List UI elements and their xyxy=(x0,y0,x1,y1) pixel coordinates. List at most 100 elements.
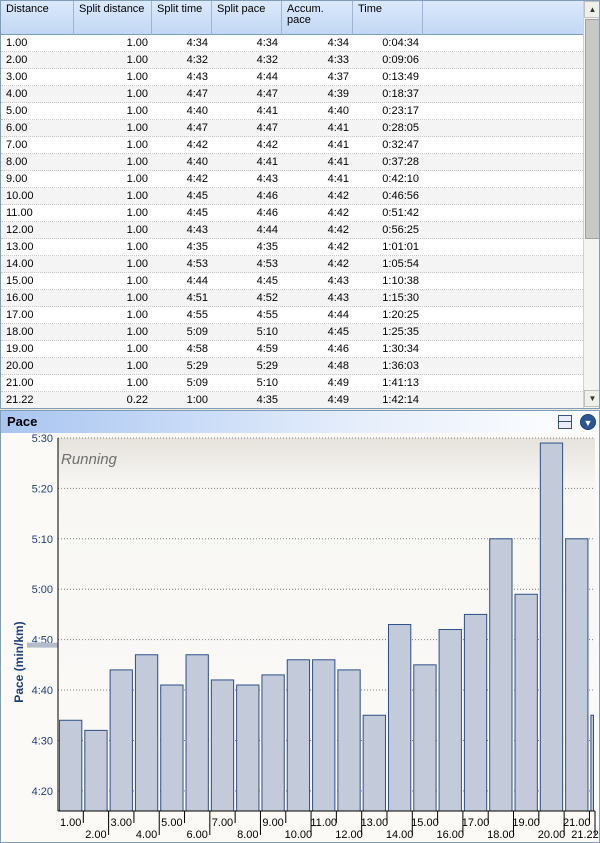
column-header-time[interactable]: Time xyxy=(353,1,423,35)
column-header-split-distance[interactable]: Split distance xyxy=(74,1,152,35)
table-header: Distance Split distance Split time Split… xyxy=(1,1,583,35)
average-pace-marker xyxy=(27,642,58,648)
scrollbar-thumb[interactable] xyxy=(585,19,599,239)
pace-bar[interactable] xyxy=(590,714,595,812)
pace-bar[interactable] xyxy=(565,538,589,812)
pace-bar[interactable] xyxy=(514,593,538,812)
table-row[interactable]: 12.00 1.00 4:43 4:44 4:42 0:56:25 xyxy=(1,222,583,239)
pace-bar[interactable] xyxy=(413,664,437,812)
pace-bar[interactable] xyxy=(337,669,361,812)
pace-bar[interactable] xyxy=(463,613,488,812)
cell-split-pace: 5:10 xyxy=(256,377,278,389)
pace-bar[interactable] xyxy=(438,629,462,812)
pace-bar[interactable] xyxy=(59,719,83,812)
pace-bar[interactable] xyxy=(312,659,336,812)
table-row[interactable]: 2.00 1.00 4:32 4:32 4:33 0:09:06 xyxy=(1,52,583,69)
pace-bar[interactable] xyxy=(286,659,311,812)
pace-bar[interactable] xyxy=(84,729,108,812)
column-header-split-time[interactable]: Split time xyxy=(152,1,212,35)
table-row[interactable]: 3.00 1.00 4:43 4:44 4:37 0:13:49 xyxy=(1,69,583,86)
scroll-down-arrow[interactable]: ▼ xyxy=(584,390,599,407)
table-row[interactable]: 19.00 1.00 4:58 4:59 4:46 1:30:34 xyxy=(1,341,583,358)
x-tick-label: 14.00 xyxy=(386,829,414,841)
cell-accum-pace: 4:41 xyxy=(327,173,349,185)
cell-accum-pace: 4:41 xyxy=(327,156,349,168)
pace-bar[interactable] xyxy=(160,684,184,812)
pace-bar[interactable] xyxy=(236,684,260,812)
chevron-down-circle-icon[interactable]: ▼ xyxy=(580,414,596,430)
cell-time: 0:13:49 xyxy=(382,71,419,83)
cell-split-pace: 4:53 xyxy=(256,258,278,270)
cell-accum-pace: 4:42 xyxy=(327,258,349,270)
table-row[interactable]: 15.00 1.00 4:44 4:45 4:43 1:10:38 xyxy=(1,273,583,290)
y-tick-label: 5:00 xyxy=(32,584,53,596)
table-row[interactable]: 7.00 1.00 4:42 4:42 4:41 0:32:47 xyxy=(1,137,583,154)
cell-distance: 2.00 xyxy=(6,54,28,66)
table-row[interactable]: 10.00 1.00 4:45 4:46 4:42 0:46:56 xyxy=(1,188,583,205)
cell-time: 0:32:47 xyxy=(382,139,419,151)
cell-split-pace: 4:47 xyxy=(256,88,278,100)
cell-split-time: 4:47 xyxy=(186,122,208,134)
cell-split-distance: 1.00 xyxy=(126,207,148,219)
x-tick-label: 5.00 xyxy=(161,817,182,829)
cell-time: 1:30:34 xyxy=(382,343,419,355)
cell-time: 0:18:37 xyxy=(382,88,419,100)
column-header-accum-pace[interactable]: Accum. pace xyxy=(282,1,353,35)
table-row[interactable]: 17.00 1.00 4:55 4:55 4:44 1:20:25 xyxy=(1,307,583,324)
pace-bar[interactable] xyxy=(362,714,386,812)
cell-split-time: 4:34 xyxy=(186,37,208,49)
cell-split-time: 4:35 xyxy=(186,241,208,253)
column-header-distance[interactable]: Distance xyxy=(1,1,74,35)
cell-accum-pace: 4:49 xyxy=(327,394,349,406)
cell-split-pace: 5:29 xyxy=(256,360,278,372)
pace-bar[interactable] xyxy=(109,669,133,812)
cell-distance: 3.00 xyxy=(6,71,28,83)
cell-split-distance: 1.00 xyxy=(126,71,148,83)
cell-distance: 1.00 xyxy=(6,37,28,49)
table-row[interactable]: 20.00 1.00 5:29 5:29 4:48 1:36:03 xyxy=(1,358,583,375)
table-row[interactable]: 4.00 1.00 4:47 4:47 4:39 0:18:37 xyxy=(1,86,583,103)
pace-bar[interactable] xyxy=(387,624,412,812)
cell-time: 0:56:25 xyxy=(382,224,419,236)
table-row[interactable]: 8.00 1.00 4:40 4:41 4:41 0:37:28 xyxy=(1,154,583,171)
table-row[interactable]: 5.00 1.00 4:40 4:41 4:40 0:23:17 xyxy=(1,103,583,120)
cell-split-distance: 1.00 xyxy=(126,377,148,389)
cell-accum-pace: 4:45 xyxy=(327,326,349,338)
y-tick-label: 4:40 xyxy=(32,685,53,697)
table-row[interactable]: 11.00 1.00 4:45 4:46 4:42 0:51:42 xyxy=(1,205,583,222)
cell-distance: 5.00 xyxy=(6,105,28,117)
table-row[interactable]: 6.00 1.00 4:47 4:47 4:41 0:28:05 xyxy=(1,120,583,137)
pace-bar[interactable] xyxy=(261,674,285,812)
table-row[interactable]: 16.00 1.00 4:51 4:52 4:43 1:15:30 xyxy=(1,290,583,307)
splits-table: Distance Split distance Split time Split… xyxy=(0,0,600,409)
scroll-up-arrow[interactable]: ▲ xyxy=(584,1,599,18)
cell-split-distance: 1.00 xyxy=(126,37,148,49)
table-row[interactable]: 21.00 1.00 5:09 5:10 4:49 1:41:13 xyxy=(1,375,583,392)
cell-time: 1:20:25 xyxy=(382,309,419,321)
table-row[interactable]: 1.00 1.00 4:34 4:34 4:34 0:04:34 xyxy=(1,35,583,52)
cell-accum-pace: 4:49 xyxy=(327,377,349,389)
pace-bar[interactable] xyxy=(489,538,513,812)
x-tick-label: 15.00 xyxy=(411,817,439,829)
table-row[interactable]: 14.00 1.00 4:53 4:53 4:42 1:05:54 xyxy=(1,256,583,273)
x-tick-label: 9.00 xyxy=(262,817,283,829)
cell-split-pace: 4:34 xyxy=(256,37,278,49)
pace-bar[interactable] xyxy=(539,442,564,812)
table-row[interactable]: 21.22 0.22 1:00 4:35 4:49 1:42:14 xyxy=(1,392,583,408)
pace-bar[interactable] xyxy=(185,654,209,812)
table-row[interactable]: 13.00 1.00 4:35 4:35 4:42 1:01:01 xyxy=(1,239,583,256)
cell-split-distance: 1.00 xyxy=(126,326,148,338)
cell-split-time: 4:42 xyxy=(186,139,208,151)
pace-bar[interactable] xyxy=(134,654,159,812)
column-header-split-pace[interactable]: Split pace xyxy=(212,1,282,35)
cell-time: 0:46:56 xyxy=(382,190,419,202)
cell-split-time: 4:45 xyxy=(186,207,208,219)
table-row[interactable]: 9.00 1.00 4:42 4:43 4:41 0:42:10 xyxy=(1,171,583,188)
table-vertical-scrollbar[interactable]: ▲ ▼ xyxy=(583,1,599,408)
table-row[interactable]: 18.00 1.00 5:09 5:10 4:45 1:25:35 xyxy=(1,324,583,341)
cell-time: 0:04:34 xyxy=(382,37,419,49)
cell-accum-pace: 4:33 xyxy=(327,54,349,66)
cell-split-pace: 4:35 xyxy=(256,394,278,406)
pace-bar[interactable] xyxy=(210,679,235,812)
layout-icon[interactable] xyxy=(558,415,572,429)
